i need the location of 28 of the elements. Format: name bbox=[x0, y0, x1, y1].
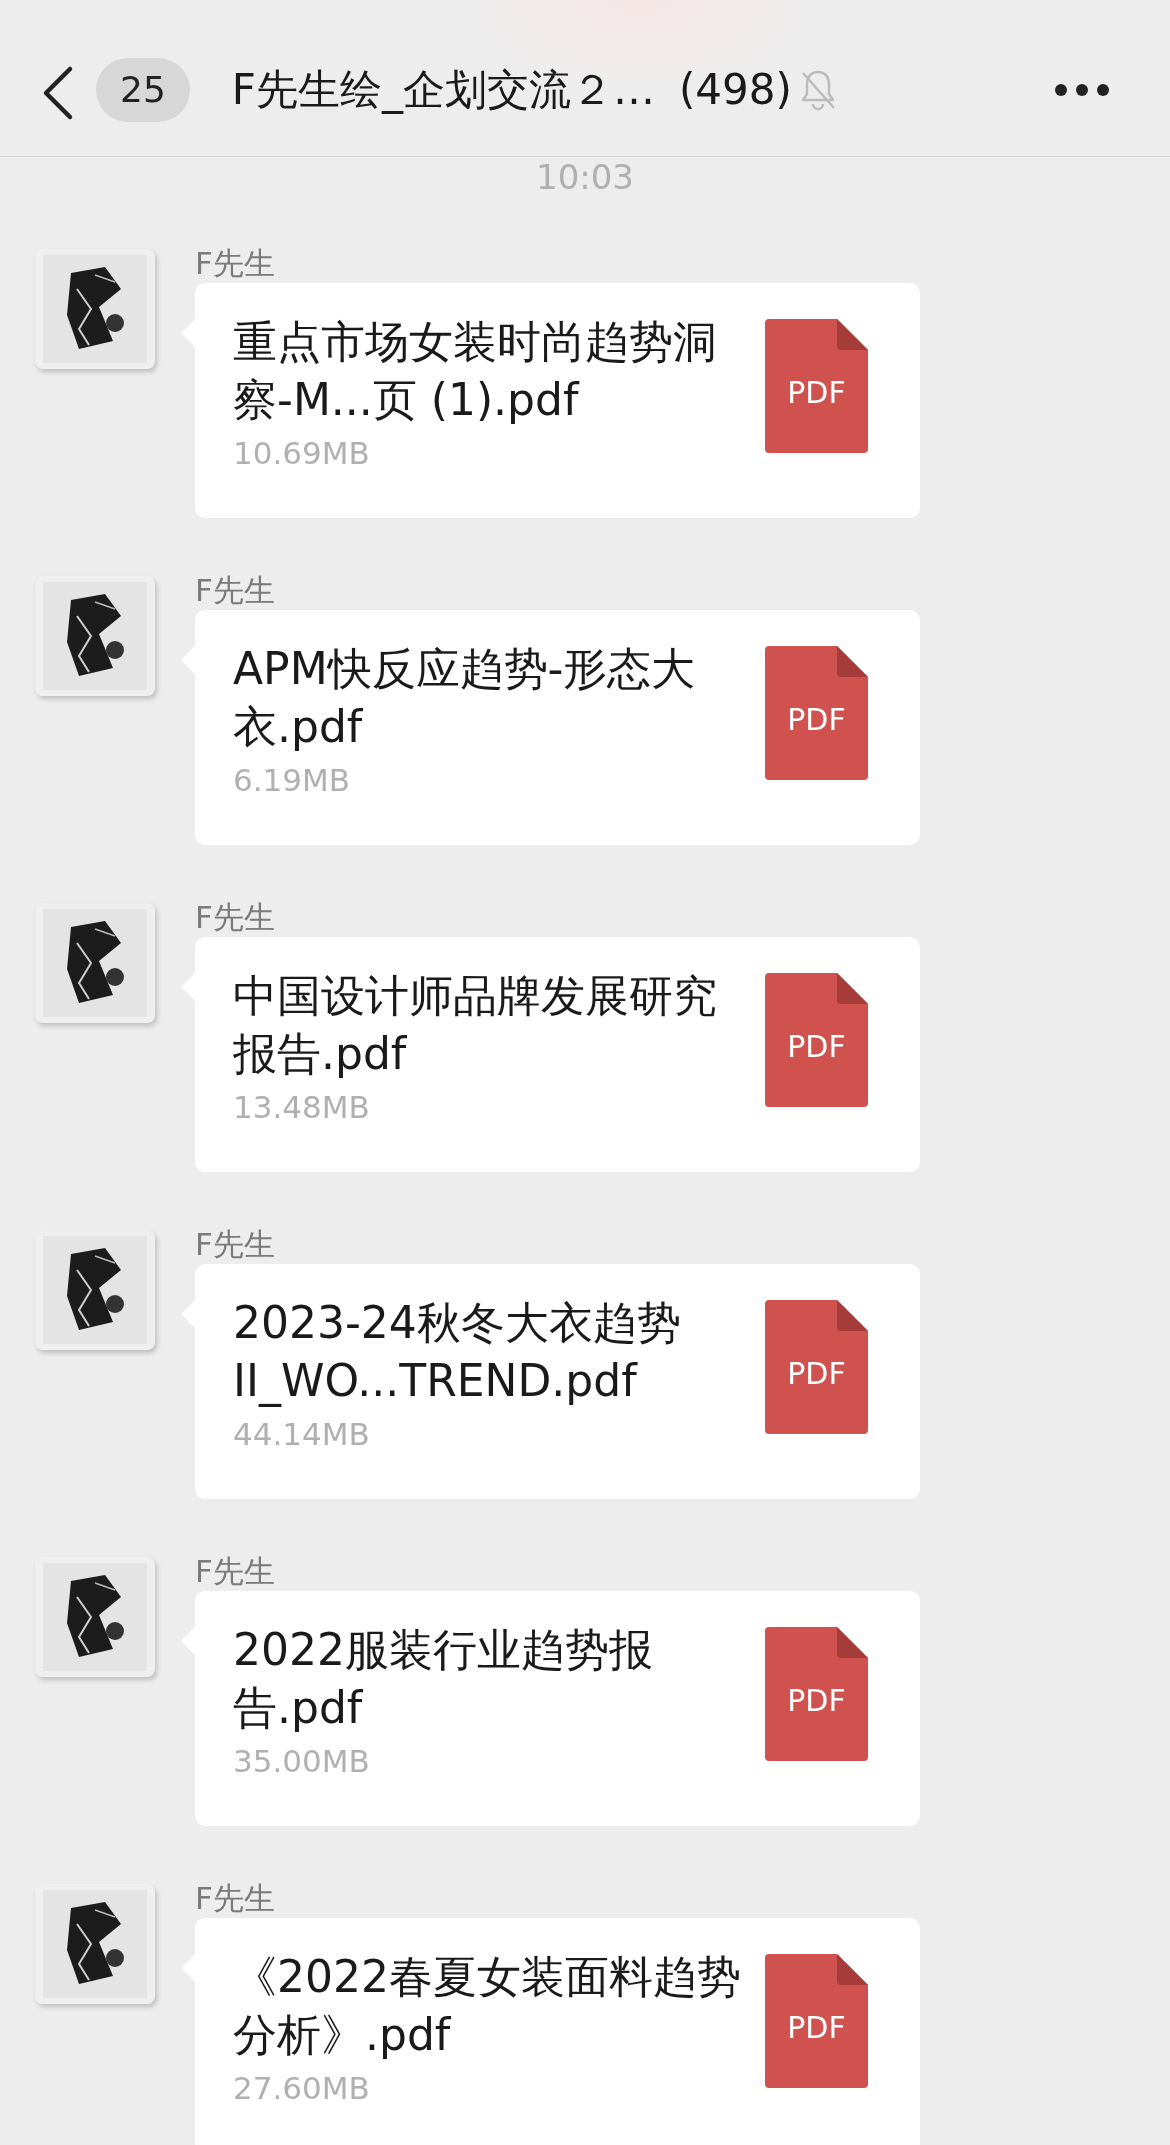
file-type-label: PDF bbox=[787, 1682, 846, 1718]
sender-name: F先生 bbox=[195, 244, 276, 283]
file-name: 2022服装行业趋势报告.pdf bbox=[233, 1623, 654, 1735]
file-name: 中国设计师品牌发展研究报告.pdf bbox=[233, 969, 718, 1081]
file-type-label: PDF bbox=[787, 1355, 846, 1391]
file-size: 27.60MB bbox=[233, 2070, 371, 2106]
file-name: 重点市场女装时尚趋势洞察-M...页 (1).pdf bbox=[233, 315, 718, 427]
sender-name: F先生 bbox=[195, 1879, 276, 1918]
file-type-label: PDF bbox=[787, 1028, 846, 1064]
chat-title: F先生绘_企划交流２… bbox=[231, 65, 655, 115]
file-size: 13.48MB bbox=[233, 1089, 371, 1125]
file-type-label: PDF bbox=[787, 374, 846, 410]
sender-name: F先生 bbox=[195, 1225, 276, 1264]
sender-name: F先生 bbox=[195, 571, 276, 610]
file-size: 10.69MB bbox=[233, 435, 371, 471]
file-name: 2023-24秋冬大衣趋势II_WO...TREND.pdf bbox=[233, 1296, 682, 1409]
file-type-label: PDF bbox=[787, 2009, 846, 2045]
file-type-label: PDF bbox=[787, 701, 846, 737]
message-time: 10:03 bbox=[536, 157, 634, 197]
sender-name: F先生 bbox=[195, 1552, 276, 1591]
unread-badge: 25 bbox=[96, 58, 190, 122]
file-name: APM快反应趋势-形态大衣.pdf bbox=[233, 642, 697, 754]
file-size: 35.00MB bbox=[233, 1743, 371, 1779]
member-count: (498) bbox=[679, 65, 792, 115]
sender-name: F先生 bbox=[195, 898, 276, 937]
file-name: 《2022春夏女装面料趋势分析》.pdf bbox=[233, 1950, 742, 2062]
file-size: 6.19MB bbox=[233, 762, 352, 798]
file-size: 44.14MB bbox=[233, 1416, 371, 1452]
